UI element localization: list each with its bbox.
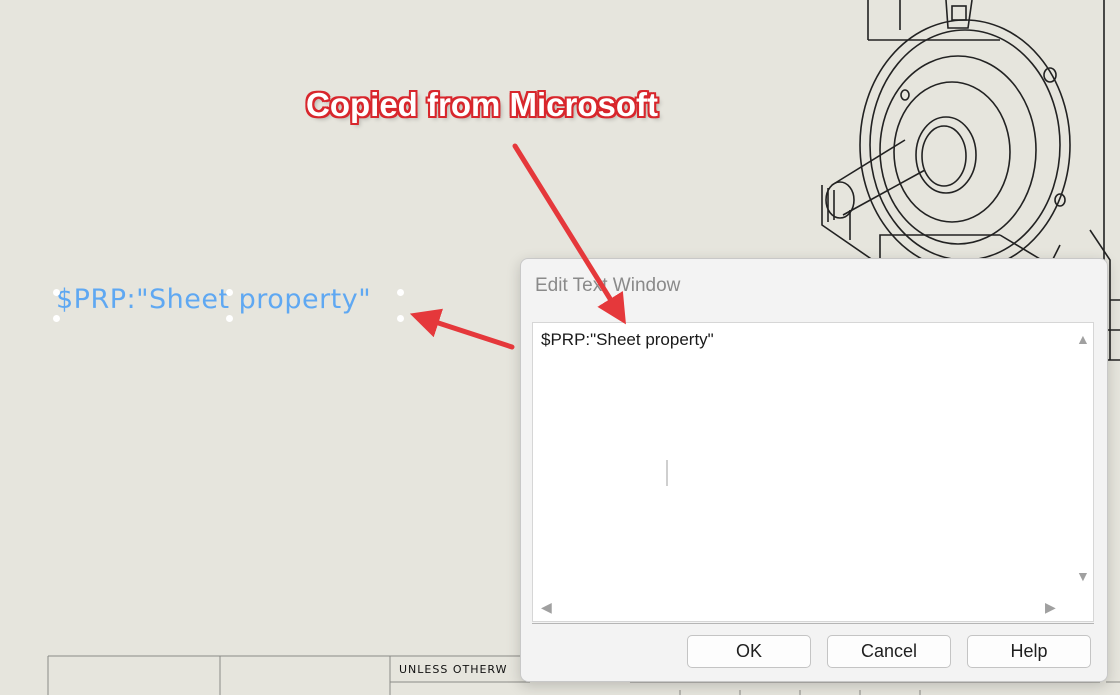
- edit-text-dialog: Edit Text Window $PRP:"Sheet property" ▲…: [520, 258, 1108, 682]
- selection-handle[interactable]: [226, 315, 233, 322]
- scroll-up-arrow-icon[interactable]: ▲: [1076, 332, 1090, 346]
- sheet-property-note[interactable]: $PRP:"Sheet property": [56, 284, 371, 315]
- cancel-button[interactable]: Cancel: [827, 635, 951, 668]
- edit-text-area[interactable]: $PRP:"Sheet property" ▲ ▼ ◀ ▶: [532, 322, 1094, 622]
- selection-handle[interactable]: [53, 289, 60, 296]
- edit-text-content: $PRP:"Sheet property": [541, 330, 714, 349]
- scroll-right-arrow-icon[interactable]: ▶: [1045, 600, 1056, 614]
- annotation-label: Copied from Microsoft: [306, 86, 658, 123]
- horizontal-scrollbar[interactable]: ◀ ▶: [533, 595, 1073, 621]
- dialog-title: Edit Text Window: [535, 275, 681, 296]
- scroll-left-arrow-icon[interactable]: ◀: [541, 600, 552, 614]
- selection-handle[interactable]: [226, 289, 233, 296]
- text-cursor-icon: [666, 460, 668, 486]
- dialog-divider: [532, 623, 1094, 624]
- scroll-down-arrow-icon[interactable]: ▼: [1076, 569, 1090, 583]
- help-button[interactable]: Help: [967, 635, 1091, 668]
- selection-handle[interactable]: [397, 315, 404, 322]
- title-block-text: UNLESS OTHERW: [399, 663, 508, 676]
- selection-handle[interactable]: [53, 315, 60, 322]
- selection-handle[interactable]: [397, 289, 404, 296]
- vertical-scrollbar[interactable]: ▲ ▼: [1073, 323, 1093, 593]
- ok-button[interactable]: OK: [687, 635, 811, 668]
